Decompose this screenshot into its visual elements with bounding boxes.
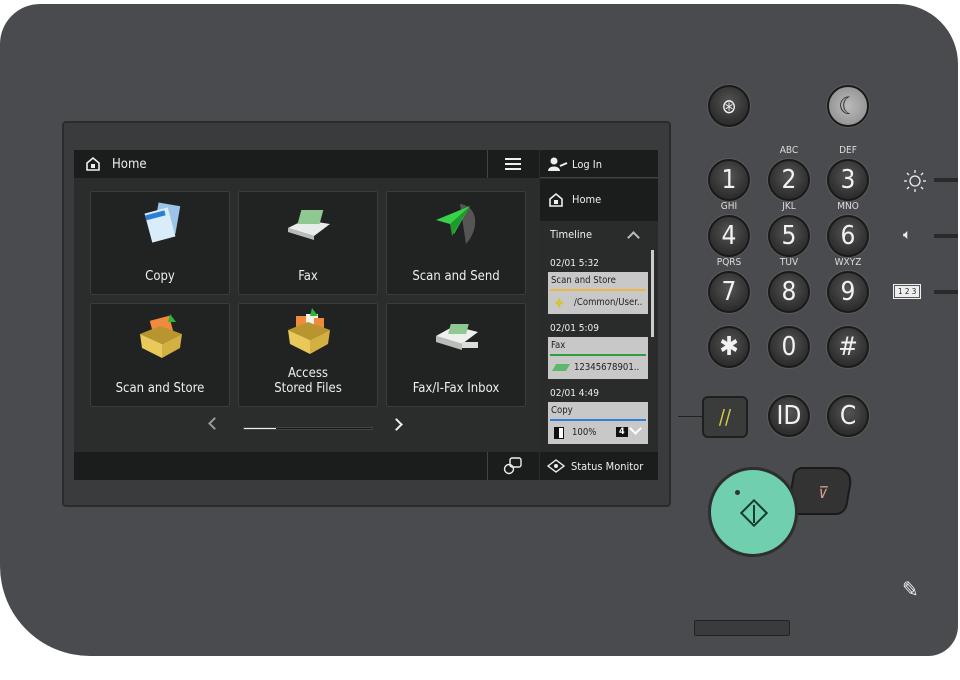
key-0[interactable]: 0 — [768, 326, 810, 368]
fax-icon — [551, 364, 571, 371]
reset-button[interactable]: // — [702, 396, 748, 438]
processing-lamp — [735, 490, 740, 495]
brightness-icon — [904, 170, 926, 192]
counter-line — [934, 290, 958, 294]
energy-saver-button[interactable]: ☾ — [827, 85, 869, 127]
status-monitor-button[interactable]: Status Monitor — [540, 452, 658, 480]
key-4[interactable]: 4 — [708, 215, 750, 257]
key-letters: JKL — [782, 201, 796, 212]
header-bar: Home — [74, 150, 539, 178]
page-indicator — [243, 427, 373, 430]
bottom-slot — [694, 620, 790, 636]
key-star[interactable]: ✱ — [708, 326, 750, 368]
stop-icon: ⊽ — [816, 483, 830, 502]
bw-color-icon — [554, 427, 564, 439]
copy-icon — [144, 202, 181, 243]
page-title: Home — [112, 157, 147, 172]
volume-slider[interactable] — [934, 234, 958, 238]
key-letters: WXYZ — [834, 257, 862, 268]
timeline-label: Timeline — [550, 228, 593, 241]
user-key-icon — [548, 157, 568, 171]
clear-button[interactable]: C — [827, 395, 869, 437]
paper-plane-icon — [436, 204, 476, 244]
key-8[interactable]: 8 — [768, 271, 810, 313]
previous-page-button[interactable] — [208, 417, 221, 430]
device-switch-icon[interactable] — [503, 457, 523, 475]
collapse-timeline-button[interactable] — [627, 231, 640, 244]
key-letters: MNO — [837, 201, 859, 212]
tile-fax[interactable]: Fax — [238, 191, 378, 295]
next-page-button[interactable] — [390, 418, 403, 431]
start-button[interactable] — [708, 467, 798, 557]
tile-fax-inbox[interactable]: Fax/I-Fax Inbox — [386, 303, 526, 407]
timeline-entry-copy[interactable]: Copy 100% 4 — [548, 402, 648, 444]
home-icon[interactable] — [85, 156, 101, 172]
key-6[interactable]: 6 — [827, 215, 869, 257]
tile-scan-and-store[interactable]: Scan and Store — [90, 303, 230, 407]
key-1[interactable]: 1 — [708, 159, 750, 201]
pencil-icon[interactable]: ✎ — [902, 578, 919, 603]
key-letters: GHI — [720, 201, 738, 212]
key-letters: TUV — [779, 257, 799, 268]
key-3[interactable]: 3 — [827, 159, 869, 201]
status-monitor-icon — [547, 459, 565, 473]
volume-icon: 🔈︎ — [903, 227, 912, 243]
stored-files-icon — [288, 308, 330, 354]
copies-badge: 4 — [616, 427, 628, 437]
timeline-scrollbar[interactable] — [651, 250, 654, 337]
tile-scan-and-send[interactable]: Scan and Send — [386, 191, 526, 295]
tile-access-stored-files[interactable]: Access Stored Files — [238, 303, 378, 407]
key-letters: ABC — [779, 145, 799, 156]
key-9[interactable]: 9 — [827, 271, 869, 313]
brightness-slider[interactable] — [934, 178, 958, 182]
timeline-entry-fax[interactable]: Fax 12345678901.. — [548, 337, 648, 379]
id-button[interactable]: ID — [768, 395, 810, 437]
page-indicator-fill — [244, 428, 276, 429]
bottom-bar — [74, 452, 539, 480]
scroll-down-button[interactable] — [629, 422, 642, 435]
key-letters: DEF — [839, 145, 857, 156]
key-2[interactable]: 2 — [768, 159, 810, 201]
reset-line — [678, 416, 702, 417]
key-hash[interactable]: # — [827, 326, 869, 368]
home-icon — [549, 192, 563, 207]
key-letters: PQRS — [716, 257, 742, 268]
tile-copy[interactable]: Copy — [90, 191, 230, 295]
sidebar: Log In Home Timeline 02/01 5:32 Scan and… — [540, 150, 658, 480]
hamburger-menu-icon[interactable] — [505, 158, 521, 170]
folder-cluster-icon: ✤ — [555, 297, 564, 310]
touch-screen: Home Copy Fax Scan and Send Scan and Sto… — [74, 150, 658, 480]
key-7[interactable]: 7 — [708, 271, 750, 313]
key-5[interactable]: 5 — [768, 215, 810, 257]
login-button[interactable]: Log In — [540, 150, 658, 178]
counter-check-button[interactable]: 1 2 3 — [892, 284, 922, 299]
fax-icon — [288, 210, 330, 240]
timeline-entry-scan-and-store[interactable]: Scan and Store ✤ /Common/User.. — [548, 272, 648, 314]
fax-inbox-icon — [436, 324, 478, 350]
settings-button[interactable]: ⊛ — [708, 85, 750, 127]
sidebar-home-button[interactable]: Home — [540, 179, 658, 221]
box-store-icon — [140, 314, 182, 358]
